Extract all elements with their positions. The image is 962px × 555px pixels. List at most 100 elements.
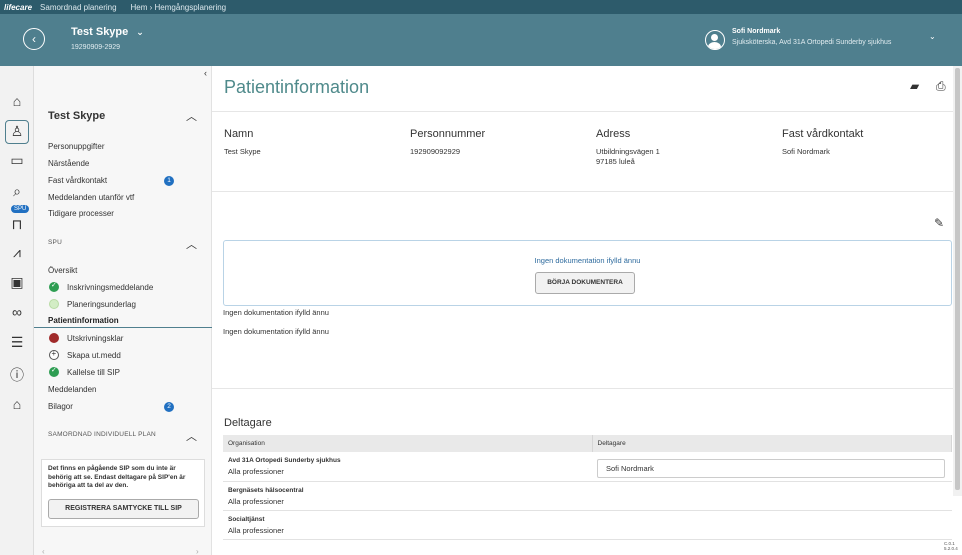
table-cell-participant: Sofi Nordmark	[592, 452, 952, 482]
top-bar: lifecare Samordnad planering Hem › Hemgå…	[0, 0, 962, 14]
participants-title: Deltagare	[224, 417, 272, 429]
org-profession: Alla professioner	[228, 467, 284, 476]
nav-section-sip: SAMORDNAD INDIVIDUELL PLAN	[48, 431, 156, 438]
report-icon[interactable]: ▣	[0, 274, 34, 291]
nav-item-meddelanden[interactable]: Meddelanden	[48, 385, 96, 394]
col-header-adress: Adress	[596, 128, 631, 140]
back-button[interactable]: ‹	[23, 28, 45, 50]
table-cell-org: Avd 31A Ortopedi Sunderby sjukhus Alla p…	[223, 452, 592, 482]
scrollbar-thumb[interactable]	[955, 68, 960, 490]
participants-table: Organisation Deltagare Avd 31A Ortopedi …	[223, 435, 952, 540]
table-header-deltagare: Deltagare	[592, 435, 952, 452]
education-icon[interactable]: ⌂	[0, 396, 34, 412]
list-icon[interactable]: ☰	[0, 334, 34, 351]
count-badge: 1	[164, 176, 174, 186]
participant-field[interactable]: Sofi Nordmark	[597, 459, 945, 478]
nav-item-utskrivningsklar[interactable]: Utskrivningsklar	[67, 334, 123, 343]
print-icon[interactable]: ⎙	[936, 79, 946, 94]
divider	[212, 111, 962, 112]
chevron-up-icon[interactable]: ︿	[186, 108, 197, 124]
user-avatar-icon[interactable]	[705, 30, 725, 50]
breadcrumb[interactable]: Hem › Hemgångsplanering	[131, 3, 227, 12]
table-cell-participant	[592, 481, 952, 511]
patient-icon[interactable]: ♙	[5, 120, 29, 144]
user-role: Sjuksköterska, Avd 31A Ortopedi Sunderby…	[732, 39, 892, 46]
documentation-box: Ingen dokumentation ifylld ännu BÖRJA DO…	[223, 240, 952, 306]
sip-notice: Det finns en pågående SIP som du inte är…	[41, 459, 205, 527]
search-icon[interactable]: ⌕	[0, 183, 34, 200]
nav-section-patient: Test Skype	[48, 110, 106, 122]
nav-item-tidigare-processer[interactable]: Tidigare processer	[48, 209, 114, 218]
nav-item-label: Patientinformation	[48, 316, 119, 325]
scroll-left-icon[interactable]: ‹	[42, 547, 45, 555]
inbox-icon[interactable]: ▭	[0, 152, 34, 169]
divider	[212, 191, 962, 192]
page-title: Patientinformation	[224, 77, 370, 97]
table-row: Avd 31A Ortopedi Sunderby sjukhus Alla p…	[223, 452, 952, 482]
table-cell-participant	[592, 510, 952, 540]
no-documentation-text: Ingen dokumentation ifylld ännu	[223, 308, 329, 317]
table-header-organisation: Organisation	[223, 435, 593, 452]
nav-section-spu: SPU	[48, 239, 62, 246]
plus-icon	[49, 349, 59, 360]
patient-header: ‹ Test Skype ⌄ 19290909-2929 Sofi Nordmar…	[0, 14, 962, 66]
nav-item-patientinformation[interactable]: Patientinformation	[34, 313, 212, 328]
col-value-adress: Utbildningsvägen 1 97185 luleå	[596, 147, 660, 166]
org-profession: Alla professioner	[228, 497, 284, 506]
org-profession: Alla professioner	[228, 526, 284, 535]
app-name: Samordnad planering	[40, 2, 117, 12]
divider	[212, 388, 962, 389]
col-value-fast-vardkontakt: Sofi Nordmark	[782, 147, 830, 156]
start-documenting-button[interactable]: BÖRJA DOKUMENTERA	[535, 272, 635, 294]
org-name: Bergnäsets hälsocentral	[228, 487, 304, 494]
status-done-icon	[49, 366, 59, 377]
patient-selector[interactable]: Test Skype ⌄	[71, 26, 144, 38]
status-pending-icon	[49, 299, 59, 309]
patient-name: Test Skype	[71, 26, 129, 38]
org-name: Socialtjänst	[228, 516, 265, 523]
nav-item-narstaende[interactable]: Närstående	[48, 159, 89, 168]
help-icon[interactable]: ⓘ	[0, 365, 34, 385]
col-header-fast-vardkontakt: Fast vårdkontakt	[782, 128, 864, 140]
chart-icon[interactable]: ⩘	[0, 244, 34, 261]
no-documentation-message: Ingen dokumentation ifylld ännu	[534, 256, 641, 265]
nav-item-bilagor[interactable]: Bilagor	[48, 402, 73, 411]
nav-item-inskrivningsmeddelande[interactable]: Inskrivningsmeddelande	[67, 283, 153, 292]
sip-notice-text: Det finns en pågående SIP som du inte är…	[48, 465, 186, 489]
status-done-icon	[49, 281, 59, 292]
link-icon[interactable]: ∞	[0, 304, 34, 320]
side-navigation: ‹ Test Skype ︿ Personuppgifter Närståend…	[34, 66, 212, 555]
table-row: Bergnäsets hälsocentral Alla professione…	[223, 481, 952, 511]
nav-item-skapa-utmedd[interactable]: Skapa ut.medd	[67, 351, 121, 360]
col-header-namn: Namn	[224, 128, 254, 140]
col-header-personnummer: Personnummer	[410, 128, 486, 140]
scroll-right-icon[interactable]: ›	[196, 547, 199, 555]
user-name[interactable]: Sofi Nordmark	[732, 28, 780, 35]
user-menu-chevron-icon[interactable]: ⌄	[929, 32, 936, 41]
home-icon[interactable]: ⌂	[0, 93, 34, 109]
bed-icon[interactable]: ⊓	[0, 216, 34, 233]
vertical-scrollbar[interactable]	[953, 66, 962, 496]
nav-item-oversikt[interactable]: Översikt	[48, 266, 77, 275]
register-consent-button[interactable]: REGISTRERA SAMTYCKE TILL SIP	[48, 499, 199, 519]
collapse-nav-icon[interactable]: ‹	[204, 68, 207, 78]
nav-item-meddelanden-utanfor[interactable]: Meddelanden utanför vtf	[48, 193, 134, 202]
count-badge: 2	[164, 402, 174, 412]
chevron-up-icon[interactable]: ︿	[186, 428, 197, 444]
chevron-down-icon: ⌄	[136, 27, 144, 37]
edit-pencil-icon[interactable]: ✎	[934, 216, 944, 230]
nav-item-planeringsunderlag[interactable]: Planeringsunderlag	[67, 300, 136, 309]
version-label: C.0.1 5.2.0.4	[944, 541, 958, 551]
nav-item-fast-vardkontakt[interactable]: Fast vårdkontakt	[48, 176, 107, 185]
nav-item-personuppgifter[interactable]: Personuppgifter	[48, 142, 104, 151]
col-value-namn: Test Skype	[224, 147, 261, 156]
col-value-personnummer: 192909092929	[410, 147, 461, 156]
main-content: Patientinformation ▰ ⎙ Namn Test Skype P…	[212, 66, 962, 555]
no-documentation-text: Ingen dokumentation ifylld ännu	[223, 327, 329, 336]
nav-item-kallelse-sip[interactable]: Kallelse till SIP	[67, 368, 120, 377]
copy-icon[interactable]: ▰	[910, 79, 919, 93]
spu-badge: SPU	[11, 205, 30, 213]
icon-rail: ⌂ ♙ ▭ ⌕ SPU ⊓ ⩘ ▣ ∞ ☰ ⓘ ⌂	[0, 66, 34, 555]
chevron-up-icon[interactable]: ︿	[186, 236, 197, 252]
lifecare-logo[interactable]: lifecare	[0, 3, 32, 12]
